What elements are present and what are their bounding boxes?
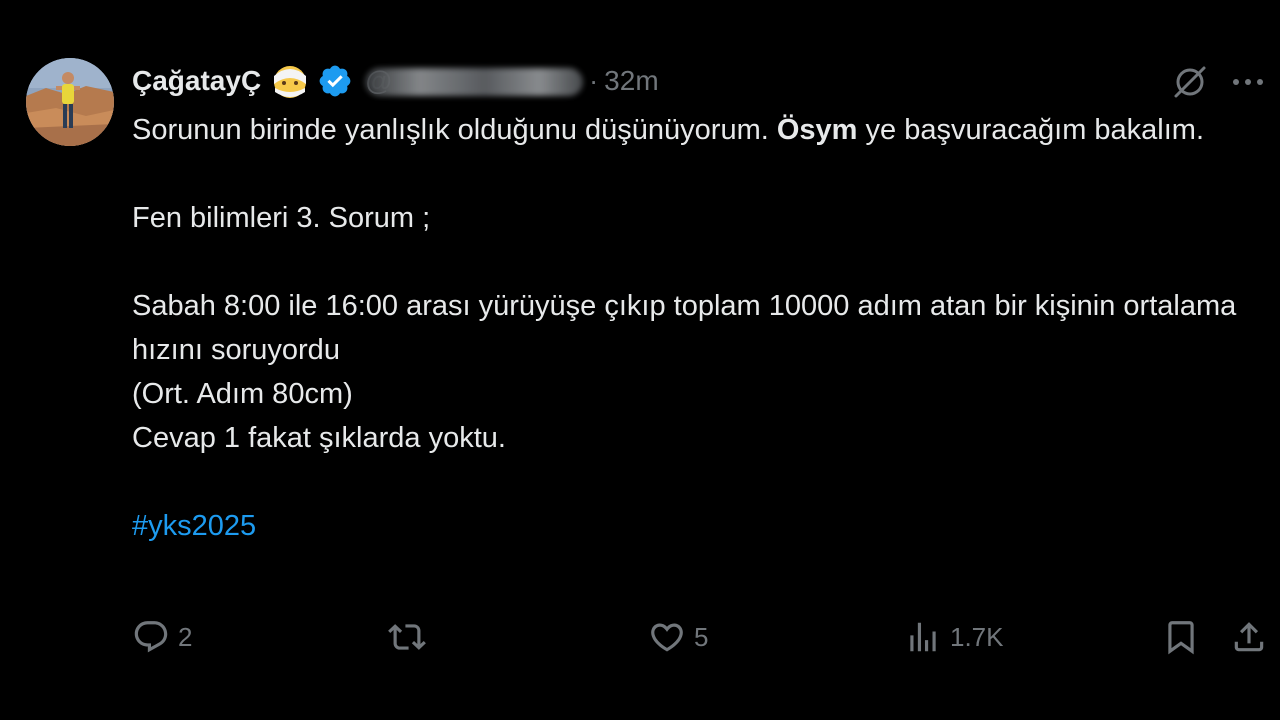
reply-count: 2 — [178, 621, 193, 652]
repost-icon — [388, 624, 426, 650]
views-count: 1.7K — [950, 621, 1004, 652]
post-paragraph-3: Sabah 8:00 ile 16:00 arası yürüyüşe çıkı… — [132, 290, 1237, 366]
post-paragraph-1: Sorunun birinde yanlışlık olduğunu düşün… — [132, 108, 1262, 152]
separator-dot: · — [589, 65, 599, 96]
post-paragraph-2: Fen bilimleri 3. Sorum ; — [132, 202, 431, 234]
views-button[interactable]: 1.7K — [904, 610, 1004, 664]
post-actions: 2 5 1.7K — [0, 610, 1280, 664]
post-timestamp[interactable]: 32m — [604, 65, 658, 97]
more-icon[interactable] — [1228, 62, 1268, 102]
like-count: 5 — [694, 621, 709, 652]
avatar-photo — [26, 58, 114, 146]
avatar[interactable] — [26, 58, 114, 146]
post-text-line1a: Sorunun birinde yanlışlık olduğunu düşün… — [132, 114, 777, 146]
post-text: Sorunun birinde yanlışlık olduğunu düşün… — [132, 108, 1262, 548]
reply-icon — [134, 621, 168, 653]
post-text-line1b: ye başvuracağım bakalım. — [857, 114, 1205, 146]
bookmark-button[interactable] — [1162, 610, 1200, 664]
share-button[interactable] — [1230, 610, 1268, 664]
post-paragraph-4: (Ort. Adım 80cm) — [132, 378, 353, 410]
hashtag-link[interactable]: #yks2025 — [132, 510, 256, 542]
handle-redaction — [365, 68, 584, 96]
grok-icon[interactable] — [1170, 62, 1210, 102]
post-paragraph-5: Cevap 1 fakat şıklarda yoktu. — [132, 422, 506, 454]
views-icon — [910, 622, 936, 652]
share-icon — [1234, 622, 1264, 652]
like-button[interactable]: 5 — [648, 610, 708, 664]
repost-button[interactable] — [388, 610, 434, 664]
verified-badge-icon[interactable] — [317, 63, 353, 99]
reply-button[interactable]: 2 — [132, 610, 192, 664]
face-with-head-bandage-emoji-icon — [271, 62, 309, 100]
post-header: ÇağatayÇ @ · 32m — [132, 60, 659, 102]
post-text-bold-osym: Ösym — [776, 114, 858, 146]
bookmark-icon — [1168, 621, 1194, 655]
author-handle[interactable]: @ — [365, 66, 585, 96]
heart-icon — [651, 623, 683, 652]
author-name[interactable]: ÇağatayÇ — [132, 65, 261, 97]
